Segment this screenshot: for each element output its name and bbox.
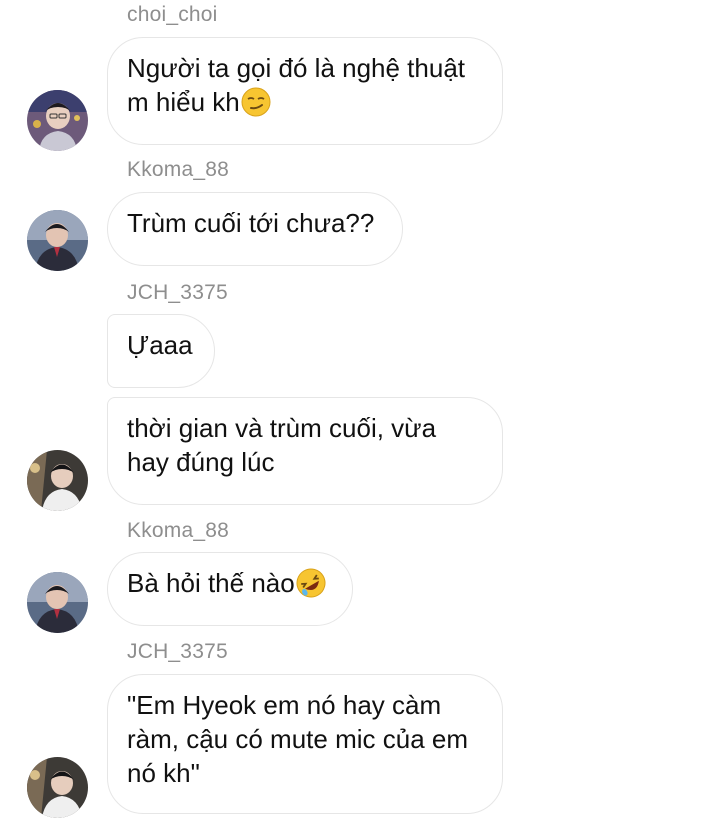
avatar[interactable] xyxy=(27,210,88,271)
avatar[interactable] xyxy=(27,90,88,151)
message-text: thời gian và trùm cuối, vừa hay đúng lúc xyxy=(127,413,437,477)
sender-name: Kkoma_88 xyxy=(127,158,229,181)
message-bubble[interactable]: Trùm cuối tới chưa?? xyxy=(107,192,403,266)
message-text: Người ta gọi đó là nghệ thuật m hiểu kh xyxy=(127,53,466,117)
smirk-emoji-icon xyxy=(241,87,271,117)
message-text: Trùm cuối tới chưa?? xyxy=(127,208,375,238)
sender-name: JCH_3375 xyxy=(127,281,228,304)
message-text: "Em Hyeok em nó hay càm ràm, cậu có mute… xyxy=(127,690,468,788)
message-bubble[interactable]: thời gian và trùm cuối, vừa hay đúng lúc xyxy=(107,397,503,505)
avatar[interactable] xyxy=(27,572,88,633)
message-bubble[interactable]: "Em Hyeok em nó hay càm ràm, cậu có mute… xyxy=(107,674,503,814)
message-bubble[interactable]: Người ta gọi đó là nghệ thuật m hiểu kh xyxy=(107,37,503,145)
sender-name: choi_choi xyxy=(127,3,218,26)
message-bubble[interactable]: Ựaaa xyxy=(107,314,215,388)
message-text: Bà hỏi thế nào xyxy=(127,568,295,598)
rofl-emoji-icon xyxy=(296,568,326,598)
sender-name: JCH_3375 xyxy=(127,640,228,663)
message-bubble[interactable]: Bà hỏi thế nào xyxy=(107,552,353,626)
message-text: Ựaaa xyxy=(127,330,193,360)
sender-name: Kkoma_88 xyxy=(127,519,229,542)
avatar[interactable] xyxy=(27,757,88,818)
avatar[interactable] xyxy=(27,450,88,511)
